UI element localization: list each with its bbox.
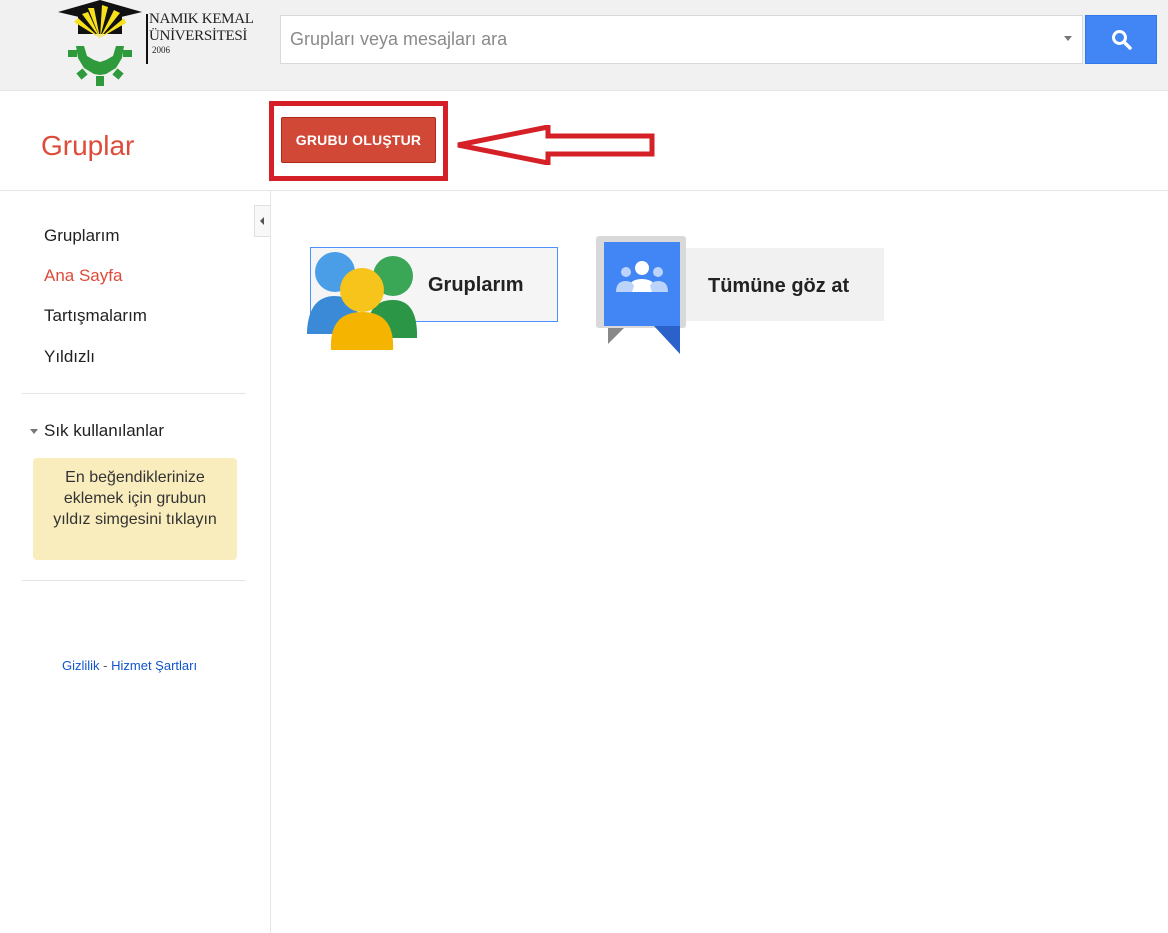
search-button[interactable] <box>1085 15 1157 64</box>
expand-arrow-icon <box>30 429 38 435</box>
annotation-arrow-icon <box>457 125 655 165</box>
search-input[interactable] <box>281 16 1059 63</box>
browse-all-card[interactable]: Tümüne göz at <box>675 248 884 321</box>
sidebar-item-home[interactable]: Ana Sayfa <box>44 266 122 286</box>
sidebar-divider <box>22 580 246 581</box>
search-box[interactable] <box>280 15 1083 64</box>
logo-text: NAMIK KEMAL ÜNİVERSİTESİ 2006 <box>149 11 254 56</box>
sidebar-item-starred[interactable]: Yıldızlı <box>44 347 95 367</box>
logo-line1: NAMIK KEMAL <box>149 11 254 27</box>
favorites-hint-line: yıldız simgesini tıklayın <box>53 511 217 528</box>
browse-all-card-label: Tümüne göz at <box>708 275 850 297</box>
browse-groups-icon <box>596 236 686 354</box>
favorites-hint: En beğendiklerinize eklemek için grubun … <box>33 458 237 560</box>
logo-year: 2006 <box>152 45 170 55</box>
toolbar: Gruplar GRUBU OLUŞTUR <box>0 90 1168 191</box>
university-logo[interactable]: NAMIK KEMAL ÜNİVERSİTESİ 2006 <box>58 0 258 90</box>
sidebar-item-my-discussions[interactable]: Tartışmalarım <box>44 306 147 326</box>
sidebar: Gruplarım Ana Sayfa Tartışmalarım Yıldız… <box>0 191 271 933</box>
sidebar-collapse-toggle[interactable] <box>254 205 270 237</box>
search-icon <box>1112 30 1132 50</box>
top-bar: NAMIK KEMAL ÜNİVERSİTESİ 2006 <box>0 0 1168 91</box>
favorites-hint-line: En beğendiklerinize <box>65 469 205 486</box>
logo-emblem-icon <box>58 0 148 86</box>
sidebar-item-my-groups[interactable]: Gruplarım <box>44 226 120 246</box>
terms-link[interactable]: Hizmet Şartları <box>111 658 197 673</box>
logo-line2: ÜNİVERSİTESİ <box>149 28 248 44</box>
privacy-link[interactable]: Gizlilik <box>62 658 100 673</box>
search-options-dropdown-icon[interactable] <box>1064 36 1072 41</box>
my-groups-card-label: Gruplarım <box>428 274 524 296</box>
create-group-button[interactable]: GRUBU OLUŞTUR <box>281 117 436 163</box>
favorites-hint-line: eklemek için grubun <box>63 490 207 507</box>
app-title[interactable]: Gruplar <box>41 130 134 162</box>
footer-links: Gizlilik - Hizmet Şartları <box>62 658 197 673</box>
people-icon <box>307 252 418 350</box>
favorites-header: Sık kullanılanlar <box>44 421 165 440</box>
favorites-section-toggle[interactable]: Sık kullanılanlar <box>30 421 164 441</box>
footer-separator: - <box>99 658 112 673</box>
sidebar-divider <box>22 393 246 394</box>
